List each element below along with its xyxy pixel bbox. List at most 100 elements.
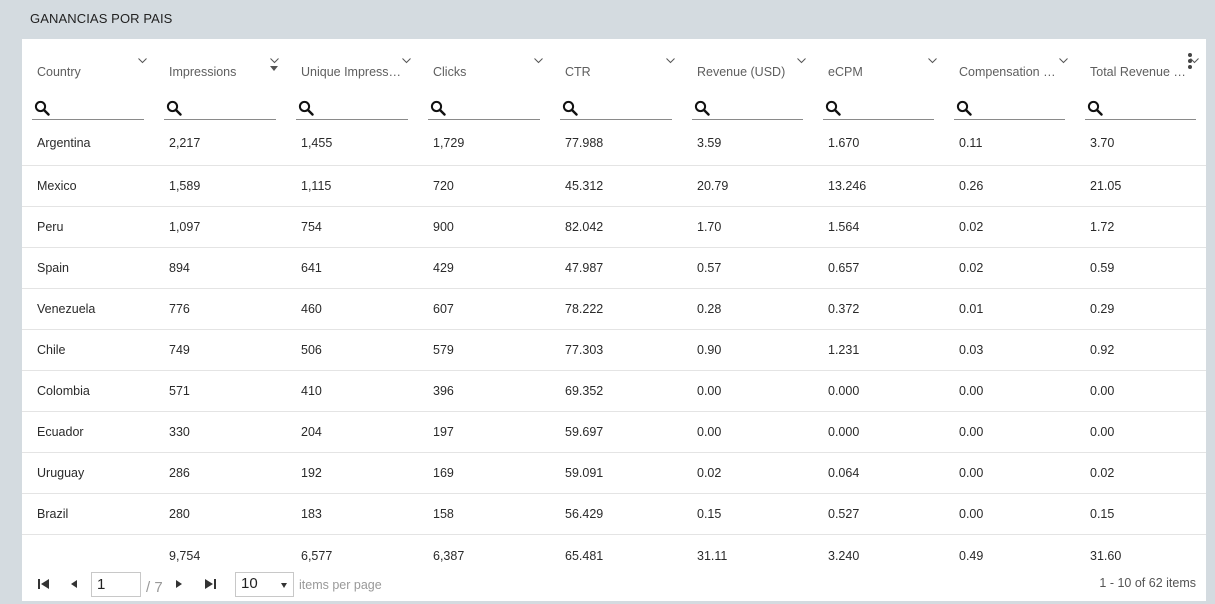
- table-cell: 192: [286, 452, 418, 494]
- table-cell: 776: [154, 288, 286, 330]
- grid-card: Country Impressions Unique Impressio... Cli…: [22, 39, 1206, 601]
- column-header[interactable]: eCPM: [813, 39, 944, 97]
- filter-box: [954, 97, 1065, 120]
- table-cell: 280: [154, 493, 286, 535]
- column-header[interactable]: Revenue (USD): [682, 39, 813, 97]
- column-filter: [154, 97, 286, 121]
- table-cell: Colombia: [22, 370, 154, 412]
- table-cell: 1,115: [286, 165, 418, 207]
- filter-input[interactable]: [714, 98, 803, 118]
- column-menu-chevron-icon[interactable]: [1190, 58, 1199, 66]
- filter-input[interactable]: [976, 98, 1065, 118]
- panel-title: GANANCIAS POR PAIS: [30, 11, 173, 26]
- column-header[interactable]: Unique Impressio...: [286, 39, 418, 97]
- table-row[interactable]: Peru 1,097 754 900 82.042 1.70 1.564 0.02 1.72: [22, 206, 1206, 248]
- table-row[interactable]: Chile 749 506 579 77.303 0.90 1.231 0.03 0.92: [22, 329, 1206, 371]
- table-cell: 77.303: [550, 329, 682, 371]
- table-cell: 0.00: [682, 370, 813, 412]
- filter-row: [22, 97, 1206, 121]
- previous-page-icon[interactable]: [67, 577, 83, 591]
- table-cell: Brazil: [22, 493, 154, 535]
- table-row[interactable]: Spain 894 641 429 47.987 0.57 0.657 0.02 0.59: [22, 247, 1206, 289]
- column-filter: [418, 97, 550, 121]
- search-icon: [823, 100, 841, 116]
- table-cell: 0.02: [1075, 452, 1206, 494]
- filter-input[interactable]: [450, 98, 540, 118]
- pager: / 7 10 items per page 1 - 10 of 62 items: [22, 568, 1206, 601]
- filter-box: [692, 97, 803, 120]
- column-menu-chevron-icon[interactable]: [666, 58, 675, 66]
- filter-input[interactable]: [186, 98, 276, 118]
- table-cell: 0.15: [682, 493, 813, 535]
- table-cell: Chile: [22, 329, 154, 371]
- column-header[interactable]: Total Revenue (U...: [1075, 39, 1206, 97]
- search-icon: [1085, 100, 1103, 116]
- search-icon: [32, 100, 50, 116]
- column-header-label: CTR: [565, 65, 591, 79]
- table-row[interactable]: Argentina 2,217 1,455 1,729 77.988 3.59 1.670 0…: [22, 121, 1206, 166]
- table-cell: 0.00: [944, 411, 1075, 453]
- table-cell: 429: [418, 247, 550, 289]
- table-cell: 0.00: [1075, 370, 1206, 412]
- table-row[interactable]: Venezuela 776 460 607 78.222 0.28 0.372 0.01 0.2…: [22, 288, 1206, 330]
- data-grid: Country Impressions Unique Impressio... Cli…: [22, 39, 1206, 576]
- filter-box: [296, 97, 408, 120]
- table-row[interactable]: Ecuador 330 204 197 59.697 0.00 0.000 0.00 0.00: [22, 411, 1206, 453]
- column-menu-chevron-icon[interactable]: [534, 58, 543, 66]
- items-per-page-select[interactable]: 10: [235, 572, 294, 597]
- table-cell: 0.01: [944, 288, 1075, 330]
- column-header[interactable]: Compensation (Ú...: [944, 39, 1075, 97]
- column-header-label: Clicks: [433, 65, 467, 79]
- table-cell: 56.429: [550, 493, 682, 535]
- last-page-icon[interactable]: [203, 577, 219, 591]
- table-row[interactable]: Mexico 1,589 1,115 720 45.312 20.79 13.246 0.26…: [22, 165, 1206, 207]
- table-cell: 0.02: [944, 206, 1075, 248]
- table-cell: 0.29: [1075, 288, 1206, 330]
- table-cell: 720: [418, 165, 550, 207]
- table-cell: 1,589: [154, 165, 286, 207]
- column-menu-chevron-icon[interactable]: [138, 58, 147, 66]
- table-cell: 0.11: [944, 121, 1075, 166]
- table-cell: Mexico: [22, 165, 154, 207]
- table-cell: 1.72: [1075, 206, 1206, 248]
- filter-box: [1085, 97, 1196, 120]
- column-menu-chevron-icon[interactable]: [1059, 58, 1068, 66]
- page-number-input[interactable]: [91, 572, 141, 597]
- filter-input[interactable]: [318, 98, 408, 118]
- table-cell: 0.26: [944, 165, 1075, 207]
- table-cell: 330: [154, 411, 286, 453]
- column-header[interactable]: CTR: [550, 39, 682, 97]
- column-header[interactable]: Impressions: [154, 39, 286, 97]
- table-cell: 571: [154, 370, 286, 412]
- table-row[interactable]: Uruguay 286 192 169 59.091 0.02 0.064 0.00 0.02: [22, 452, 1206, 494]
- table-cell: Argentina: [22, 121, 154, 166]
- sort-descending-icon: [270, 66, 278, 71]
- column-header[interactable]: Clicks: [418, 39, 550, 97]
- table-cell: Spain: [22, 247, 154, 289]
- filter-input[interactable]: [582, 98, 672, 118]
- column-header[interactable]: Country: [22, 39, 154, 97]
- next-page-icon[interactable]: [172, 577, 188, 591]
- table-row[interactable]: Colombia 571 410 396 69.352 0.00 0.000 0.00 0.00: [22, 370, 1206, 412]
- column-menu-chevron-icon[interactable]: [797, 58, 806, 66]
- filter-input[interactable]: [54, 98, 144, 118]
- column-filter: [944, 97, 1075, 121]
- table-cell: Peru: [22, 206, 154, 248]
- items-per-page-label: items per page: [299, 578, 382, 592]
- filter-input[interactable]: [1107, 98, 1196, 118]
- column-header-label: eCPM: [828, 65, 863, 79]
- column-filter: [22, 97, 154, 121]
- first-page-icon[interactable]: [37, 577, 53, 591]
- table-cell: 0.59: [1075, 247, 1206, 289]
- table-cell: 0.00: [944, 452, 1075, 494]
- table-cell: 0.00: [944, 370, 1075, 412]
- table-cell: 0.000: [813, 411, 944, 453]
- filter-input[interactable]: [845, 98, 934, 118]
- column-menu-chevron-icon[interactable]: [928, 58, 937, 66]
- table-cell: 183: [286, 493, 418, 535]
- column-menu-chevron-icon[interactable]: [402, 58, 411, 66]
- table-row[interactable]: Brazil 280 183 158 56.429 0.15 0.527 0.00 0.15: [22, 493, 1206, 535]
- column-filter: [1075, 97, 1206, 121]
- table-cell: 0.00: [944, 493, 1075, 535]
- column-menu-chevron-icon[interactable]: [270, 58, 279, 66]
